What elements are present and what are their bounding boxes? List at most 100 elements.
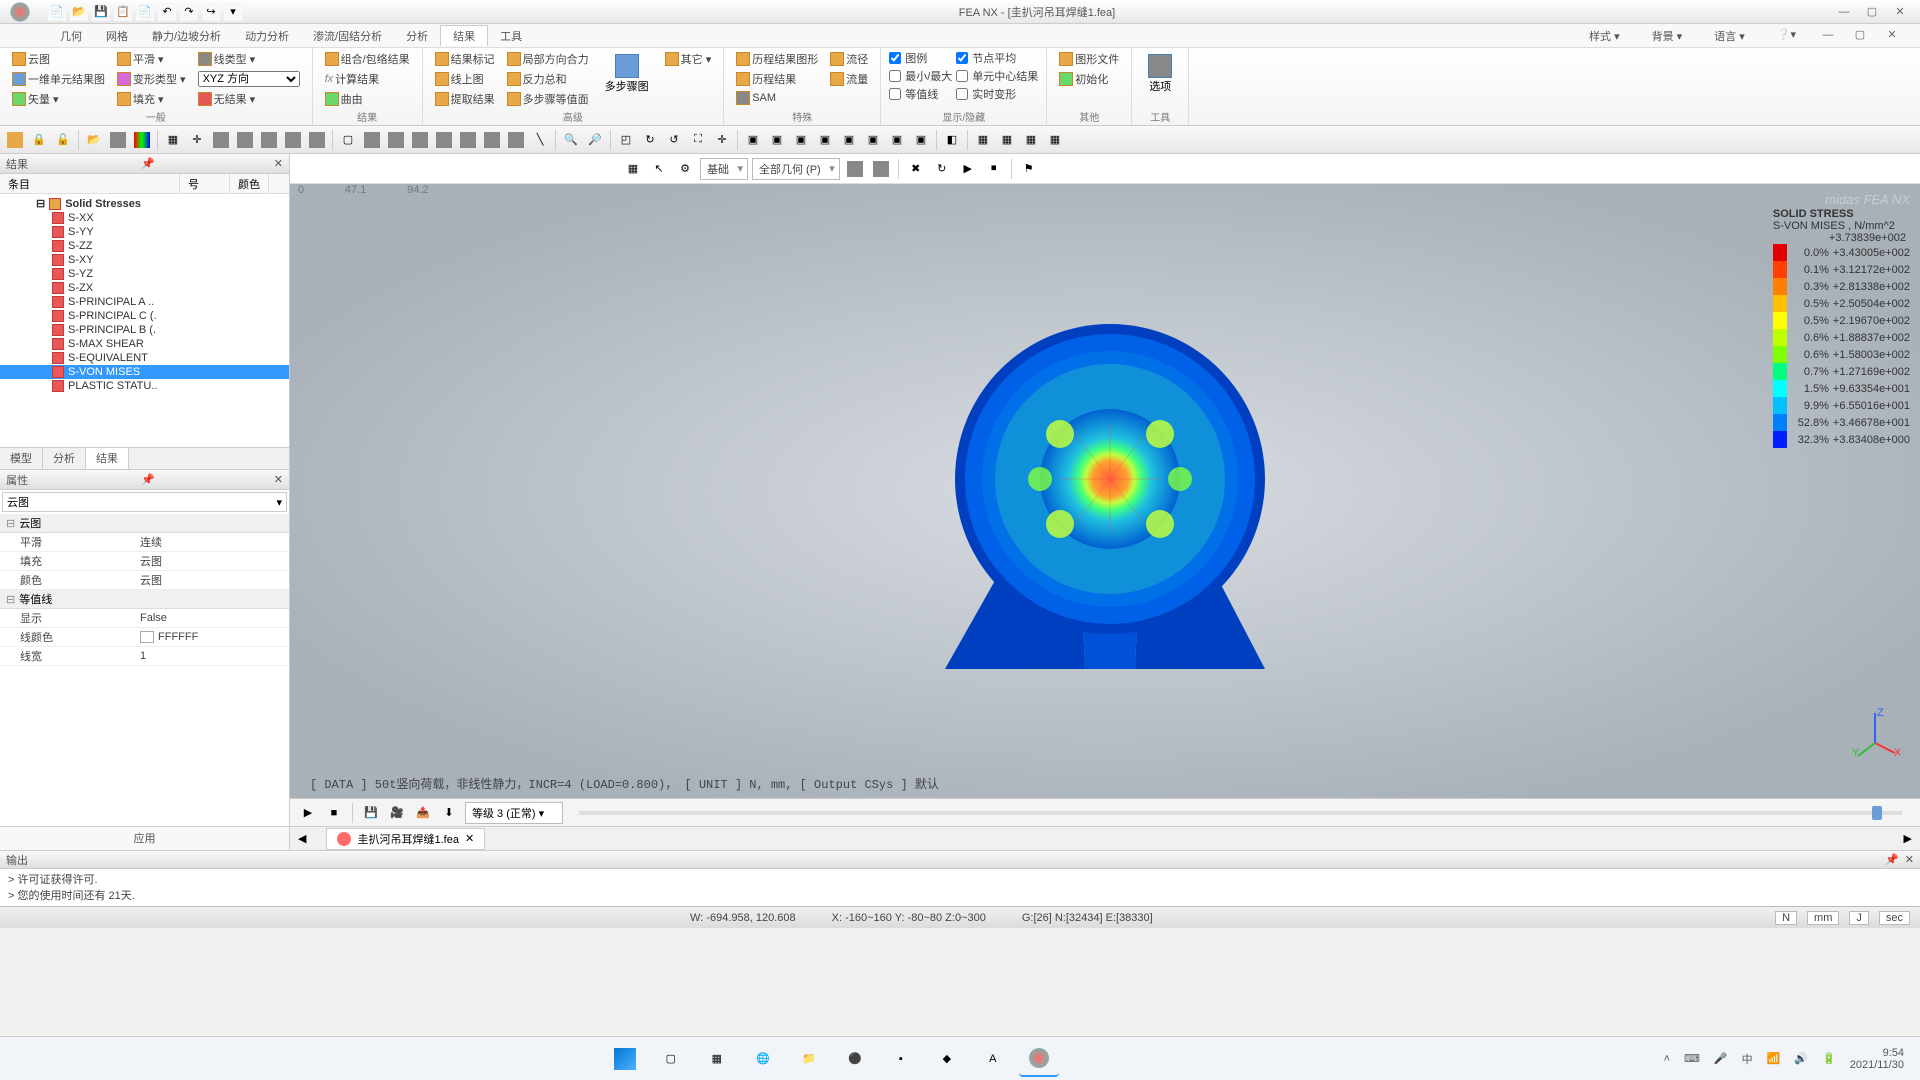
document-tab[interactable]: 圭扒河吊耳焊缝1.fea ✕ bbox=[326, 828, 485, 850]
vp-filter-select[interactable]: 全部几何 (P) bbox=[752, 158, 840, 180]
tool-19-icon[interactable] bbox=[457, 129, 479, 151]
edge-icon[interactable]: 🌐 bbox=[743, 1041, 783, 1077]
col-number[interactable]: 号 bbox=[180, 174, 230, 193]
app-icon[interactable]: ◆ bbox=[927, 1041, 967, 1077]
curve-button[interactable]: 曲由 bbox=[321, 90, 414, 108]
unlock-icon[interactable]: 🔓 bbox=[52, 129, 74, 151]
child-max-button[interactable]: ▢ bbox=[1848, 26, 1872, 44]
view-iso-icon[interactable]: ▣ bbox=[814, 129, 836, 151]
prop-section-iso[interactable]: 等值线 bbox=[0, 590, 289, 609]
tool-21-icon[interactable] bbox=[505, 129, 527, 151]
legend-checkbox[interactable]: 图例 bbox=[889, 50, 952, 66]
no-result-button[interactable]: 无结果 ▾ bbox=[194, 90, 304, 108]
result-mark-button[interactable]: 结果标记 bbox=[431, 50, 499, 68]
menu-dynamic[interactable]: 动力分析 bbox=[233, 26, 301, 46]
minimize-button[interactable]: — bbox=[1832, 3, 1856, 21]
menu-analysis[interactable]: 分析 bbox=[394, 26, 440, 46]
menu-geometry[interactable]: 几何 bbox=[48, 26, 94, 46]
render-3-icon[interactable]: ▦ bbox=[1020, 129, 1042, 151]
view-bottom-icon[interactable]: ▣ bbox=[862, 129, 884, 151]
quality-select[interactable]: 等级 3 (正常) ▾ bbox=[465, 802, 563, 824]
contour-button[interactable]: 云图 bbox=[8, 50, 109, 68]
tray-volume-icon[interactable]: 🔊 bbox=[1794, 1052, 1808, 1065]
tool-18-icon[interactable] bbox=[433, 129, 455, 151]
open-icon[interactable]: 📂 bbox=[70, 3, 88, 21]
tree-item[interactable]: S-ZX bbox=[0, 281, 289, 295]
zoom-out-icon[interactable]: 🔎 bbox=[584, 129, 606, 151]
react-sum-button[interactable]: 反力总和 bbox=[503, 70, 593, 88]
unit-energy[interactable]: J bbox=[1849, 911, 1869, 925]
smooth-button[interactable]: 平滑 ▾ bbox=[113, 50, 190, 68]
vp-pointer-icon[interactable]: ↖ bbox=[648, 158, 670, 180]
output-body[interactable]: > 许可证获得许可. > 您的使用时间还有 21天. bbox=[0, 869, 1920, 905]
fill-button[interactable]: 填充 ▾ bbox=[113, 90, 190, 108]
iso-checkbox[interactable]: 等值线 bbox=[889, 86, 952, 102]
tool-20-icon[interactable] bbox=[481, 129, 503, 151]
menu-tools[interactable]: 工具 bbox=[488, 26, 534, 46]
feanx-taskbar-icon[interactable] bbox=[1019, 1041, 1059, 1077]
unit-time[interactable]: sec bbox=[1879, 911, 1910, 925]
rotate-ccw-icon[interactable]: ↺ bbox=[663, 129, 685, 151]
history-button[interactable]: 历程结果图形 bbox=[732, 50, 822, 68]
view-front-icon[interactable]: ▣ bbox=[742, 129, 764, 151]
line-plot-button[interactable]: 线上图 bbox=[431, 70, 499, 88]
vp-refresh-icon[interactable]: ↻ bbox=[931, 158, 953, 180]
prop-close-icon[interactable]: ✕ bbox=[274, 473, 283, 486]
vector-button[interactable]: 矢量 ▾ bbox=[8, 90, 109, 108]
property-row[interactable]: 颜色云图 bbox=[0, 571, 289, 590]
options-button[interactable]: 选项 bbox=[1140, 50, 1180, 98]
prop-section-contour[interactable]: 云图 bbox=[0, 514, 289, 533]
direction-select[interactable]: XYZ 方向 bbox=[194, 70, 304, 88]
tool-1-icon[interactable] bbox=[4, 129, 26, 151]
vp-flag-icon[interactable]: ⚑ bbox=[1018, 158, 1040, 180]
vp-mode-select[interactable]: 基础 bbox=[700, 158, 748, 180]
tree-item[interactable]: S-PRINCIPAL A .. bbox=[0, 295, 289, 309]
panel-close-icon[interactable]: ✕ bbox=[274, 157, 283, 170]
tree-item[interactable]: S-YZ bbox=[0, 267, 289, 281]
tool-9-icon[interactable] bbox=[210, 129, 232, 151]
tab-result[interactable]: 结果 bbox=[86, 448, 129, 469]
tree-item[interactable]: S-XY bbox=[0, 253, 289, 267]
download-icon[interactable]: ⬇ bbox=[439, 803, 459, 823]
more-icon[interactable]: ▾ bbox=[224, 3, 242, 21]
path-button[interactable]: 流径 bbox=[826, 50, 872, 68]
lock-icon[interactable]: 🔒 bbox=[28, 129, 50, 151]
doc-close-icon[interactable]: ✕ bbox=[465, 832, 474, 845]
axis-icon[interactable]: ✛ bbox=[186, 129, 208, 151]
child-close-button[interactable]: ✕ bbox=[1880, 26, 1904, 44]
stop-icon[interactable]: ■ bbox=[324, 803, 344, 823]
tab-nav-right-icon[interactable]: ▶ bbox=[1904, 832, 1912, 845]
output-close-icon[interactable]: ✕ bbox=[1905, 853, 1914, 866]
animation-slider[interactable] bbox=[579, 811, 1902, 815]
tool-10-icon[interactable] bbox=[234, 129, 256, 151]
tool-15-icon[interactable] bbox=[361, 129, 383, 151]
tray-wifi-icon[interactable]: 📶 bbox=[1767, 1052, 1781, 1065]
maximize-button[interactable]: ▢ bbox=[1860, 3, 1884, 21]
tree-item[interactable]: S-PRINCIPAL B (. bbox=[0, 323, 289, 337]
close-button[interactable]: ✕ bbox=[1888, 3, 1912, 21]
render-2-icon[interactable]: ▦ bbox=[996, 129, 1018, 151]
multi-step-button[interactable]: 多步骤图 bbox=[597, 50, 657, 98]
export-icon[interactable]: 📤 bbox=[413, 803, 433, 823]
menu-background[interactable]: 背景 ▾ bbox=[1640, 26, 1695, 46]
sam-button[interactable]: SAM bbox=[732, 90, 822, 106]
result-tree[interactable]: ⊟Solid StressesS-XXS-YYS-ZZS-XYS-YZS-ZXS… bbox=[0, 194, 289, 447]
unit-length[interactable]: mm bbox=[1807, 911, 1839, 925]
play-icon[interactable]: ▶ bbox=[298, 803, 318, 823]
prop-pin-icon[interactable]: 📌 bbox=[141, 473, 155, 486]
tray-mic-icon[interactable]: 🎤 bbox=[1714, 1052, 1728, 1065]
output-pin-icon[interactable]: 📌 bbox=[1885, 853, 1899, 866]
save-icon[interactable]: 💾 bbox=[92, 3, 110, 21]
calc-button[interactable]: fx计算结果 bbox=[321, 70, 414, 88]
tool-13-icon[interactable] bbox=[306, 129, 328, 151]
zoom-in-icon[interactable]: 🔍 bbox=[560, 129, 582, 151]
vp-select-icon[interactable]: ▦ bbox=[622, 158, 644, 180]
view-top-icon[interactable]: ▣ bbox=[766, 129, 788, 151]
tree-item[interactable]: S-XX bbox=[0, 211, 289, 225]
undo-icon[interactable]: ↶ bbox=[158, 3, 176, 21]
property-type-select[interactable]: 云图▾ bbox=[2, 492, 287, 512]
redo2-icon[interactable]: ↪ bbox=[202, 3, 220, 21]
copy-icon[interactable]: 📋 bbox=[114, 3, 132, 21]
grid-icon[interactable]: ▦ bbox=[162, 129, 184, 151]
image-button[interactable]: 图形文件 bbox=[1055, 50, 1123, 68]
